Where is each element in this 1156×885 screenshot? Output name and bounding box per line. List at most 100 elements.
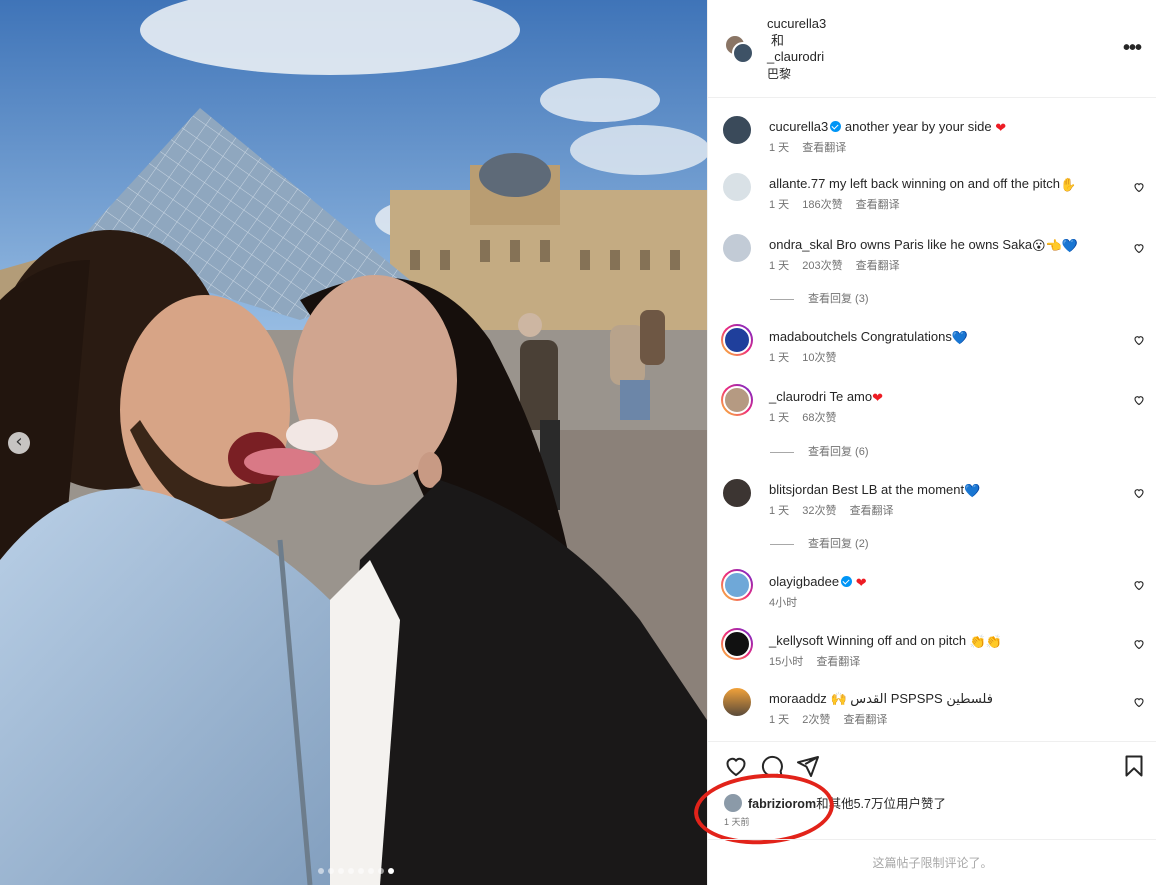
comment-text: Congratulations — [860, 329, 952, 344]
comment-username[interactable]: _kellysoft — [769, 633, 823, 648]
comment-time[interactable]: 1 天 — [769, 199, 789, 211]
post-header: cucurella3 和 _claurodri 巴黎 ••• — [708, 0, 1156, 98]
save-bookmark-icon[interactable] — [1122, 754, 1146, 778]
comment-username[interactable]: allante.77 — [769, 176, 825, 191]
view-replies-button[interactable]: 查看回复 (2) — [770, 535, 869, 551]
author-username[interactable]: cucurella3 — [767, 16, 826, 33]
replies-divider — [770, 298, 794, 300]
avatar[interactable] — [721, 171, 753, 203]
avatar[interactable] — [721, 569, 753, 601]
share-paper-plane-icon[interactable] — [796, 754, 820, 778]
comment-time[interactable]: 1 天 — [769, 142, 789, 154]
view-replies-label[interactable]: 查看回复 (6) — [808, 446, 869, 458]
like-comment-heart-icon[interactable] — [1133, 181, 1145, 193]
post-authors: cucurella3 和 _claurodri 巴黎 — [767, 16, 826, 82]
coauthor-username[interactable]: _claurodri — [767, 49, 826, 66]
carousel-dot-active — [388, 868, 394, 874]
coauthor-avatar[interactable] — [732, 42, 754, 64]
like-heart-icon[interactable] — [724, 754, 748, 778]
avatar[interactable] — [721, 477, 753, 509]
comment-likes[interactable]: 10次赞 — [802, 352, 836, 364]
verified-badge-icon — [841, 576, 853, 587]
comment-username[interactable]: blitsjordan — [769, 482, 828, 497]
comment-likes[interactable]: 32次赞 — [802, 505, 836, 517]
comment-emoji: 💙 — [951, 330, 969, 345]
photo-illustration — [0, 0, 707, 885]
avatar[interactable] — [721, 628, 753, 660]
comment-text: Te amo — [829, 389, 873, 404]
comment-text: Bro owns Paris like he owns Saka — [836, 237, 1033, 252]
avatar[interactable] — [721, 324, 753, 356]
like-comment-heart-icon[interactable] — [1133, 242, 1145, 254]
carousel-dot — [328, 868, 334, 874]
avatar[interactable] — [721, 384, 753, 416]
carousel-dot — [348, 868, 354, 874]
red-annotation-circle — [691, 769, 837, 849]
avatar[interactable] — [721, 232, 753, 264]
red-heart-emoji-icon: ❤ — [995, 120, 1007, 135]
comment-time[interactable]: 4小时 — [769, 597, 797, 609]
comment-time[interactable]: 1 天 — [769, 352, 789, 364]
view-replies-label[interactable]: 查看回复 (3) — [808, 293, 869, 305]
avatar[interactable] — [721, 686, 753, 718]
likes-count-text[interactable]: 和其他5.7万位用户赞了 — [816, 797, 946, 811]
comment-time[interactable]: 1 天 — [769, 505, 789, 517]
comment-text: 🙌 القدس PSPSPS فلسطين — [830, 691, 993, 706]
see-translation-button[interactable]: 查看翻译 — [850, 505, 894, 517]
view-replies-label[interactable]: 查看回复 (2) — [808, 538, 869, 550]
comment-text: Best LB at the moment — [831, 482, 965, 497]
like-comment-heart-icon[interactable] — [1133, 579, 1145, 591]
comment-username[interactable]: _claurodri — [769, 389, 826, 404]
comment-likes[interactable]: 186次赞 — [802, 199, 842, 211]
comment-username[interactable]: ondra_skal — [769, 237, 833, 252]
comment-likes[interactable]: 203次赞 — [802, 260, 842, 272]
comment-time[interactable]: 1 天 — [769, 714, 789, 726]
carousel-dot — [368, 868, 374, 874]
post-location[interactable]: 巴黎 — [767, 66, 826, 83]
view-replies-button[interactable]: 查看回复 (6) — [770, 443, 869, 459]
like-comment-heart-icon[interactable] — [1133, 638, 1145, 650]
comment-likes[interactable]: 68次赞 — [802, 412, 836, 424]
see-translation-button[interactable]: 查看翻译 — [802, 142, 846, 154]
replies-divider — [770, 543, 794, 545]
comment-emoji: ❤ — [872, 390, 884, 405]
carousel-dot — [358, 868, 364, 874]
comment-text: Winning off and on pitch — [826, 633, 967, 648]
post-actions: fabriziorom和其他5.7万位用户赞了 1 天前 — [691, 741, 1156, 849]
comment-username[interactable]: madaboutchels — [769, 329, 857, 344]
see-translation-button[interactable]: 查看翻译 — [856, 199, 900, 211]
post-photo: ‹ — [0, 0, 707, 885]
view-replies-button[interactable]: 查看回复 (3) — [770, 290, 869, 306]
comment-time[interactable]: 1 天 — [769, 412, 789, 424]
comment-emoji: 👏👏 — [969, 634, 1003, 649]
avatar[interactable] — [721, 114, 753, 146]
comment-text: my left back winning on and off the pitc… — [829, 176, 1061, 191]
post-sidebar: cucurella3 和 _claurodri 巴黎 ••• cucurella… — [691, 0, 1156, 885]
see-translation-button[interactable]: 查看翻译 — [816, 656, 860, 668]
comments-list[interactable]: cucurella3 another year by your side ❤ 1… — [708, 98, 1156, 741]
previous-photo-button[interactable]: ‹ — [8, 432, 30, 454]
like-comment-heart-icon[interactable] — [1133, 334, 1145, 346]
comment-username[interactable]: moraaddz — [769, 691, 827, 706]
comment-username[interactable]: olayigbadee — [769, 574, 839, 589]
comment-emoji: ❤ — [855, 575, 867, 590]
verified-badge-icon — [830, 121, 842, 132]
see-translation-button[interactable]: 查看翻译 — [843, 714, 887, 726]
more-options-icon[interactable]: ••• — [1123, 38, 1142, 58]
comment-text: another year by your side — [844, 119, 992, 134]
comment-username[interactable]: cucurella3 — [769, 119, 828, 134]
replies-divider — [770, 451, 794, 453]
comment-emoji: 😮👈💙 — [1032, 238, 1078, 253]
see-translation-button[interactable]: 查看翻译 — [856, 260, 900, 272]
like-comment-heart-icon[interactable] — [1133, 394, 1145, 406]
like-comment-heart-icon[interactable] — [1133, 487, 1145, 499]
comment-emoji: 💙 — [964, 483, 981, 498]
comment-time[interactable]: 15小时 — [769, 656, 803, 668]
author-joiner: 和 — [771, 32, 785, 48]
like-comment-heart-icon[interactable] — [1133, 696, 1145, 708]
comment-emoji: ✋ — [1060, 177, 1077, 192]
carousel-dot — [338, 868, 344, 874]
comment-likes[interactable]: 2次赞 — [802, 714, 830, 726]
comment-time[interactable]: 1 天 — [769, 260, 789, 272]
comments-restricted-notice: 这篇帖子限制评论了。 — [708, 839, 1156, 885]
